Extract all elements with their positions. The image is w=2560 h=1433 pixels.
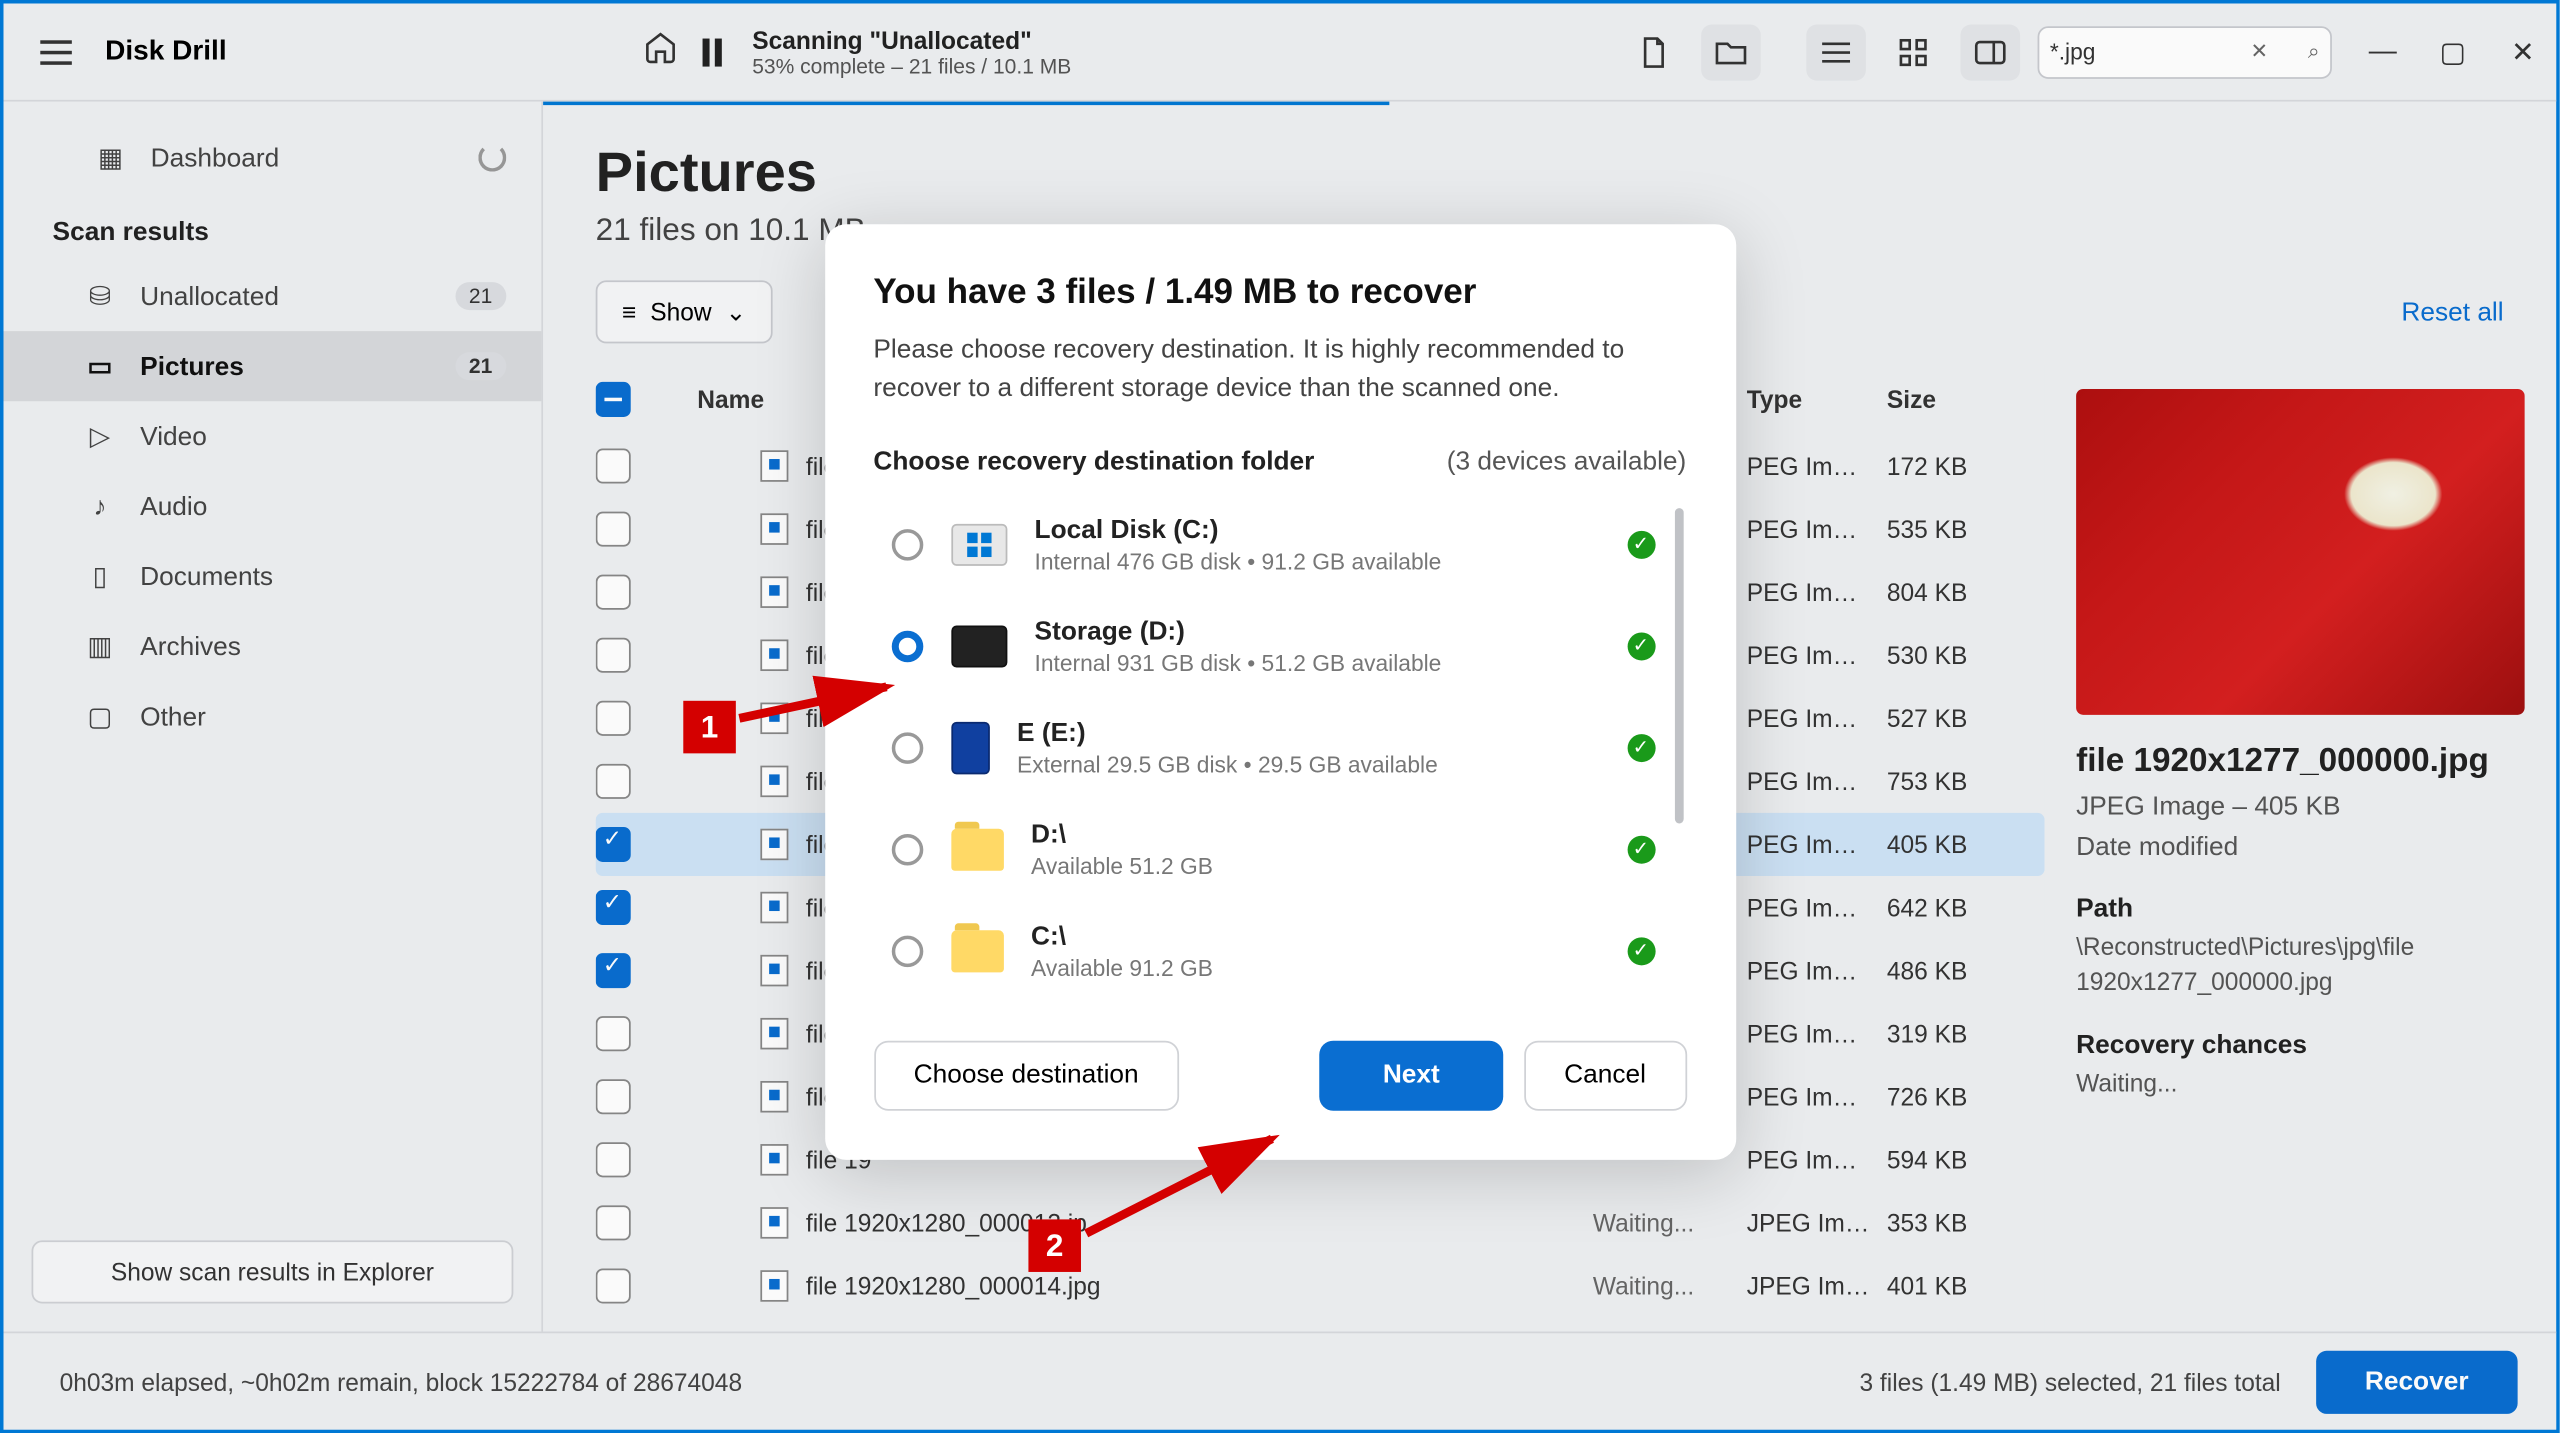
- next-button[interactable]: Next: [1320, 1040, 1503, 1110]
- annotation-marker-2: 2: [1028, 1219, 1081, 1272]
- check-icon: ✓: [1627, 936, 1655, 964]
- check-icon: ✓: [1627, 733, 1655, 761]
- sd-card-icon: [950, 721, 989, 774]
- disk-icon: [950, 523, 1006, 565]
- destination-item[interactable]: Local Disk (C:) Internal 476 GB disk • 91…: [873, 493, 1686, 595]
- devices-count: (3 devices available): [1447, 446, 1687, 476]
- dest-name: E (E:): [1017, 717, 1599, 747]
- modal-title: You have 3 files / 1.49 MB to recover: [873, 273, 1686, 313]
- cancel-button[interactable]: Cancel: [1524, 1040, 1686, 1110]
- dest-subtitle: Internal 931 GB disk • 51.2 GB available: [1035, 649, 1599, 675]
- annotation-arrow-1: [739, 666, 914, 745]
- radio-button[interactable]: [891, 630, 923, 662]
- dest-subtitle: Available 91.2 GB: [1031, 954, 1599, 980]
- modal-description: Please choose recovery destination. It i…: [873, 331, 1686, 407]
- dest-name: C:\: [1031, 921, 1599, 951]
- dest-name: Local Disk (C:): [1035, 514, 1599, 544]
- dest-subtitle: Internal 476 GB disk • 91.2 GB available: [1035, 548, 1599, 574]
- recovery-destination-modal: You have 3 files / 1.49 MB to recover Pl…: [824, 224, 1735, 1159]
- destination-item[interactable]: C:\ Available 91.2 GB ✓: [873, 900, 1686, 1002]
- folder-icon: [950, 828, 1003, 870]
- scrollbar[interactable]: [1674, 507, 1683, 822]
- radio-button[interactable]: [891, 833, 923, 865]
- destination-item[interactable]: E (E:) External 29.5 GB disk • 29.5 GB av…: [873, 696, 1686, 798]
- dest-name: Storage (D:): [1035, 616, 1599, 646]
- annotation-marker-1: 1: [683, 701, 736, 754]
- check-icon: ✓: [1627, 530, 1655, 558]
- dest-subtitle: External 29.5 GB disk • 29.5 GB availabl…: [1017, 751, 1599, 777]
- check-icon: ✓: [1627, 835, 1655, 863]
- dest-header-title: Choose recovery destination folder: [873, 446, 1314, 476]
- destination-list[interactable]: Local Disk (C:) Internal 476 GB disk • 91…: [873, 493, 1686, 1001]
- radio-button[interactable]: [891, 935, 923, 967]
- dest-subtitle: Available 51.2 GB: [1031, 852, 1599, 878]
- destination-item[interactable]: Storage (D:) Internal 931 GB disk • 51.2 …: [873, 595, 1686, 697]
- folder-icon: [950, 929, 1003, 971]
- choose-destination-button[interactable]: Choose destination: [873, 1040, 1179, 1110]
- annotation-arrow-2: [1086, 1125, 1296, 1256]
- disk-icon: [950, 625, 1006, 667]
- check-icon: ✓: [1627, 632, 1655, 660]
- dest-name: D:\: [1031, 819, 1599, 849]
- radio-button[interactable]: [891, 528, 923, 560]
- destination-item[interactable]: D:\ Available 51.2 GB ✓: [873, 798, 1686, 900]
